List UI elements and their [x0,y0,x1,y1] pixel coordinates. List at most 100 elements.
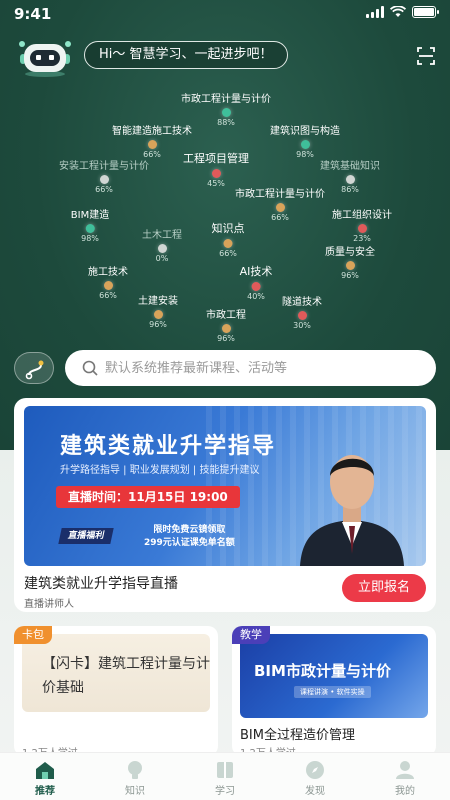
knowledge-node[interactable]: 市政工程计量与计价 66% [235,185,325,222]
knowledge-node-percent: 66% [271,213,289,222]
knowledge-node-dot [223,239,233,248]
route-icon[interactable] [14,352,54,384]
knowledge-node-label: 施工技术 [88,267,128,278]
knowledge-node-dot [221,324,231,333]
robot-mascot-icon [19,41,71,77]
wifi-icon [390,6,406,17]
knowledge-node[interactable]: 土木工程 0% [142,226,182,263]
course-card-bim[interactable]: BIM市政计量与计价 课程讲演 • 软件实操 教学 BIM全过程造价管理 1.2… [232,626,436,756]
knowledge-node-label: 市政工程计量与计价 [181,94,271,105]
knowledge-node-label: 智能建造施工技术 [112,126,192,137]
knowledge-node-label: 知识点 [211,222,245,235]
course-card-flashcard[interactable]: 【闪卡】建筑工程计量与计价基础 卡包 1.2万人学过 [14,626,218,756]
knowledge-node-percent: 86% [341,185,359,194]
search-row [14,350,436,386]
tab-knowledge[interactable]: 知识 [90,753,180,800]
book-icon [217,762,233,778]
knowledge-node-label: 工程项目管理 [183,152,249,165]
knowledge-node-label: 土建安装 [138,296,178,307]
knowledge-node-percent: 30% [293,321,311,330]
knowledge-node-label: 市政工程计量与计价 [235,189,325,200]
knowledge-node-percent: 88% [217,118,235,127]
knowledge-node-percent: 66% [99,291,117,300]
battery-icon [412,6,439,18]
tab-recommend[interactable]: 推荐 [0,753,90,800]
knowledge-node[interactable]: 施工技术 66% [88,263,128,300]
knowledge-node[interactable]: 工程项目管理 45% [183,150,249,188]
knowledge-node-dot [211,169,221,178]
banner-offer: 限时免费云镜领取 299元认证课免单名额 [144,524,235,550]
knowledge-node[interactable]: 安装工程计量与计价 66% [59,157,149,194]
knowledge-node-dot [221,108,231,117]
knowledge-node-percent: 40% [247,292,265,301]
search-box[interactable] [65,350,436,386]
course-badge: 教学 [232,626,270,644]
status-bar: 9:41 [0,0,450,28]
knowledge-node[interactable]: 市政工程 96% [206,306,246,343]
knowledge-node-dot [251,282,261,291]
promo-banner[interactable]: 建筑类就业升学指导 升学路径指导 | 职业发展规划 | 技能提升建议 直播时间：… [24,406,426,566]
knowledge-node[interactable]: BIM建造 98% [71,206,109,243]
knowledge-node-dot [85,224,95,233]
knowledge-node[interactable]: 隧道技术 30% [282,293,322,330]
bottom-tab-bar: 推荐 知识 学习 发现 我的 [0,752,450,800]
tab-label: 学习 [215,786,235,797]
knowledge-node-label: 建筑识图与构造 [270,126,340,137]
bulb-icon [128,761,142,779]
banner-subtitle: 升学路径指导 | 职业发展规划 | 技能提升建议 [60,465,260,476]
tab-profile[interactable]: 我的 [360,753,450,800]
compass-icon [306,761,324,779]
knowledge-node[interactable]: 建筑识图与构造 98% [270,122,340,159]
knowledge-node-percent: 96% [217,334,235,343]
scan-icon[interactable] [416,46,436,66]
knowledge-node-dot [297,311,307,320]
status-time: 9:41 [14,5,52,23]
knowledge-node-label: 隧道技术 [282,297,322,308]
knowledge-node-label: 安装工程计量与计价 [59,161,149,172]
knowledge-node-label: 施工组织设计 [332,210,392,221]
knowledge-node[interactable]: 施工组织设计 23% [332,206,392,243]
knowledge-node[interactable]: 市政工程计量与计价 88% [181,90,271,127]
course-thumbnail: BIM市政计量与计价 课程讲演 • 软件实操 [240,634,428,718]
knowledge-node-percent: 23% [353,234,371,243]
knowledge-node[interactable]: AI技术 40% [240,263,273,301]
tab-study[interactable]: 学习 [180,753,270,800]
knowledge-node-label: AI技术 [239,265,273,278]
knowledge-node-label: 质量与安全 [325,247,375,258]
promo-card[interactable]: 建筑类就业升学指导 升学路径指导 | 职业发展规划 | 技能提升建议 直播时间：… [14,398,436,612]
lecturer-photo [300,455,404,566]
knowledge-node-percent: 0% [155,254,169,263]
tab-label: 推荐 [35,786,55,797]
search-input[interactable] [105,350,425,386]
knowledge-node-percent: 96% [149,320,167,329]
tab-label: 我的 [395,786,415,797]
knowledge-node-percent: 66% [219,249,237,258]
course-title: BIM全过程造价管理 [240,728,355,743]
banner-offer-line-1: 限时免费云镜领取 [153,525,226,535]
knowledge-node-percent: 98% [81,234,99,243]
signup-button[interactable]: 立即报名 [342,574,426,602]
route-path-icon [25,360,44,380]
knowledge-node[interactable]: 质量与安全 96% [325,243,375,280]
knowledge-node-label: 市政工程 [206,310,246,321]
knowledge-node-dot [345,261,355,270]
banner-live-time: 直播时间：11月15日 19:00 [56,486,240,508]
course-thumbnail-text: 【闪卡】建筑工程计量与计价基础 [42,656,210,696]
greeting-bubble: Hi～ 智慧学习、一起进步吧！ [84,41,288,69]
user-icon [396,761,414,779]
knowledge-node[interactable]: 土建安装 96% [138,292,178,329]
knowledge-node-percent: 66% [95,185,113,194]
knowledge-node-label: BIM建造 [70,210,110,221]
knowledge-node[interactable]: 建筑基础知识 86% [320,157,380,194]
knowledge-node-dot [153,310,163,319]
knowledge-node-dot [157,244,167,253]
knowledge-node[interactable]: 知识点 66% [212,220,245,258]
promo-host: 直播讲师人 [24,599,74,610]
promo-title: 建筑类就业升学指导直播 [24,576,178,592]
knowledge-node-dot [147,140,157,149]
signal-icon [366,6,384,18]
knowledge-node-dot [300,140,310,149]
status-icons [366,6,439,18]
tab-discover[interactable]: 发现 [270,753,360,800]
knowledge-node[interactable]: 智能建造施工技术 66% [112,122,192,159]
